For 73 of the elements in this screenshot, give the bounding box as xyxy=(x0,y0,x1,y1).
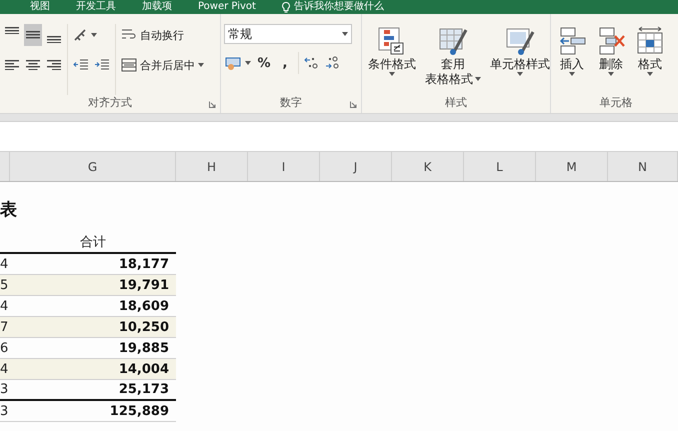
table-arrow-icon xyxy=(557,26,587,56)
table-cell-text: 7 xyxy=(0,320,10,334)
tell-me-search[interactable]: 告诉我你想要做什么 xyxy=(282,1,384,13)
merge-center-button[interactable]: 合并后居中 xyxy=(120,54,205,76)
caret-icon xyxy=(647,72,653,76)
percent-button[interactable]: % xyxy=(255,52,273,74)
table-cell-text: 6 xyxy=(0,340,10,356)
caret-icon xyxy=(517,72,523,76)
caret-icon xyxy=(245,61,251,65)
insert-button[interactable]: 插入 xyxy=(554,26,590,95)
caret-icon xyxy=(389,72,395,76)
table-cell-text: 4 xyxy=(0,256,10,272)
dialog-launcher-icon[interactable] xyxy=(209,101,216,108)
caret-icon xyxy=(475,77,481,81)
caret-icon xyxy=(198,63,204,67)
number-format-dropdown[interactable]: 常规 xyxy=(224,24,352,44)
group-label: 单元格 xyxy=(598,95,634,111)
sheet-title: 表 xyxy=(0,199,18,222)
group-label: 数字 xyxy=(279,95,303,111)
indent-icon xyxy=(73,58,89,72)
format-button[interactable]: 格式 xyxy=(632,26,668,95)
ribbon-tab[interactable]: 加载项 xyxy=(142,1,172,13)
table-cell-text: 125,889 xyxy=(108,404,170,418)
group-label: 对齐方式 xyxy=(87,95,133,111)
header-cell-text: 合计 xyxy=(79,234,107,251)
lines-icon xyxy=(4,27,20,34)
column-header[interactable]: G xyxy=(10,152,176,181)
table-cell-text: 19,791 xyxy=(118,278,170,292)
indent-icon xyxy=(94,58,110,72)
caret-icon xyxy=(608,72,614,76)
money-icon xyxy=(225,56,243,70)
column-header[interactable]: K xyxy=(392,152,464,181)
lightbulb-icon xyxy=(282,2,290,12)
delete-button[interactable]: 删除 xyxy=(593,26,629,95)
conditional-button[interactable]: 条件格式 xyxy=(365,26,419,95)
table-cell-text: 5 xyxy=(0,278,10,292)
dialog-launcher-icon[interactable] xyxy=(350,101,357,108)
table-cell-text: 19,885 xyxy=(118,340,170,356)
column-header[interactable]: H xyxy=(176,152,248,181)
align-middle-button[interactable] xyxy=(24,24,42,46)
lines-icon xyxy=(46,60,62,70)
table-cell-text: 25,173 xyxy=(118,382,170,397)
table-button[interactable]: 套用 表格格式 xyxy=(422,26,484,95)
lines-icon xyxy=(25,60,41,70)
decimal-icon xyxy=(304,56,320,70)
column-header[interactable]: M xyxy=(536,152,608,181)
table-cell-text: 18,177 xyxy=(118,256,170,272)
table-cell-text: 10,250 xyxy=(118,320,170,334)
column-header[interactable]: N xyxy=(608,152,678,181)
lines-icon xyxy=(25,31,41,39)
merge-cells-icon xyxy=(121,58,137,72)
wrap-text-button[interactable]: 自动换行 xyxy=(120,24,185,46)
table-cell-text: 4 xyxy=(0,362,10,376)
comma-style-button[interactable]: , xyxy=(276,52,294,74)
ribbon-tab[interactable]: 开发工具 xyxy=(76,1,116,13)
lines-icon xyxy=(46,36,62,43)
table-cell-text: 14,004 xyxy=(118,362,170,376)
group-label: 样式 xyxy=(444,95,468,111)
ribbon-tab[interactable]: 视图 xyxy=(30,1,50,13)
column-header[interactable]: I xyxy=(248,152,320,181)
caret-icon xyxy=(91,33,97,37)
decimal-icon xyxy=(325,56,341,70)
table-cell-text: 18,609 xyxy=(118,298,170,314)
table-cell-text: 3 xyxy=(0,382,10,397)
table-cell-text: 3 xyxy=(0,404,10,418)
ribbon-tab[interactable]: Power Pivot xyxy=(198,1,256,13)
cell-button[interactable]: 单元格样式 xyxy=(487,26,553,95)
column-header[interactable]: L xyxy=(464,152,536,181)
column-header[interactable]: J xyxy=(320,152,392,181)
lines-icon xyxy=(4,60,20,70)
caret-icon xyxy=(569,72,575,76)
caret-icon xyxy=(342,32,348,36)
table-cell-text: 4 xyxy=(0,298,10,314)
